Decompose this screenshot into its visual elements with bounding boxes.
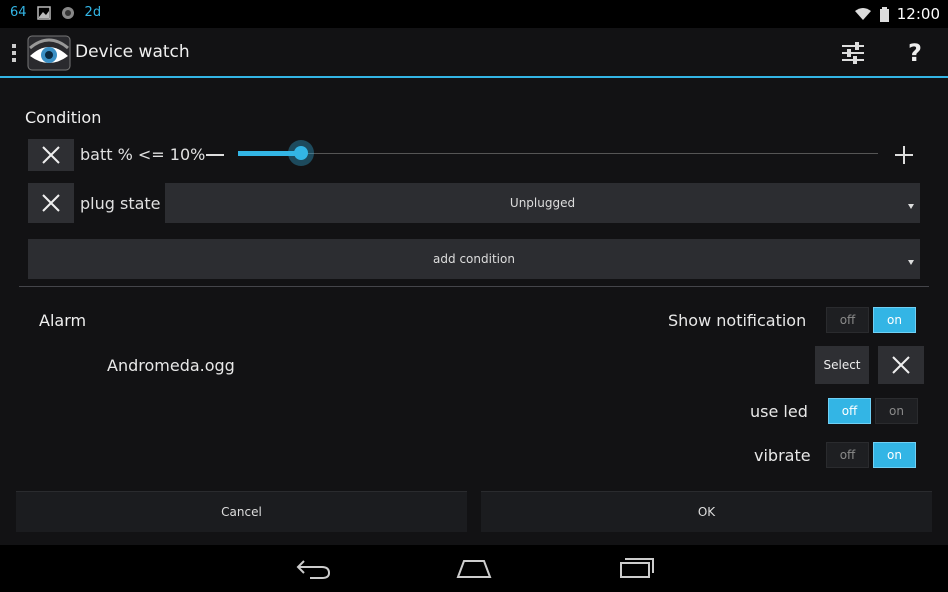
plug-state-label: plug state xyxy=(80,194,161,213)
battery-icon xyxy=(879,6,889,22)
use-led-off[interactable]: off xyxy=(828,398,871,424)
app-icon: 2d xyxy=(84,5,102,20)
close-icon xyxy=(42,194,60,212)
vibrate-off[interactable]: off xyxy=(826,442,869,468)
status-left-icons: 64 2d xyxy=(10,5,101,20)
alarm-heading: Alarm xyxy=(39,311,87,330)
add-condition-label: add condition xyxy=(433,252,515,266)
help-icon[interactable]: ? xyxy=(900,38,930,68)
status-bar: 64 2d 12:00 xyxy=(0,0,948,28)
close-icon xyxy=(892,356,910,374)
slider-track xyxy=(238,153,878,154)
battery-slider-minus-icon[interactable] xyxy=(205,146,225,164)
cancel-button[interactable]: Cancel xyxy=(16,491,467,532)
recents-icon[interactable] xyxy=(615,555,655,581)
section-divider xyxy=(19,286,929,287)
eye-logo-icon[interactable] xyxy=(26,34,72,72)
home-icon[interactable] xyxy=(454,555,494,581)
remove-battery-condition-button[interactable] xyxy=(28,139,74,171)
status-time: 12:00 xyxy=(896,5,940,23)
select-sound-button[interactable]: Select xyxy=(815,346,869,384)
dropdown-caret-icon xyxy=(908,260,914,265)
battery-slider[interactable] xyxy=(238,140,878,168)
plug-state-value: Unplugged xyxy=(509,196,576,210)
use-led-toggle[interactable]: off on xyxy=(828,398,918,424)
record-icon xyxy=(61,6,74,19)
vibrate-label: vibrate xyxy=(754,446,811,465)
condition-heading: Condition xyxy=(25,108,102,127)
image-icon xyxy=(36,5,51,20)
use-led-label: use led xyxy=(750,402,808,421)
app-title: Device watch xyxy=(75,42,190,62)
battery-condition-label: batt % <= 10% xyxy=(80,145,206,164)
show-notification-label: Show notification xyxy=(668,311,807,330)
alarm-sound-file: Andromeda.ogg xyxy=(107,356,235,375)
close-icon xyxy=(42,146,60,164)
remove-plug-condition-button[interactable] xyxy=(28,183,74,223)
show-notification-toggle[interactable]: off on xyxy=(826,307,916,333)
dropdown-caret-icon xyxy=(908,204,914,209)
vibrate-on[interactable]: on xyxy=(873,442,916,468)
navigation-bar xyxy=(0,545,948,592)
plug-state-spinner[interactable]: Unplugged xyxy=(165,183,920,223)
back-icon[interactable] xyxy=(294,555,334,581)
show-notification-off[interactable]: off xyxy=(826,307,869,333)
add-condition-spinner[interactable]: add condition xyxy=(28,239,920,279)
clear-sound-button[interactable] xyxy=(878,346,924,384)
overflow-menu-icon[interactable] xyxy=(11,44,17,62)
use-led-on[interactable]: on xyxy=(875,398,918,424)
wifi-icon xyxy=(854,8,871,20)
action-bar: Device watch ? xyxy=(0,28,948,78)
vibrate-toggle[interactable]: off on xyxy=(826,442,916,468)
sim-icon: 64 xyxy=(10,5,27,20)
ok-button[interactable]: OK xyxy=(481,491,932,532)
show-notification-on[interactable]: on xyxy=(873,307,916,333)
status-right: 12:00 xyxy=(854,5,940,23)
settings-sliders-icon[interactable] xyxy=(838,38,868,68)
slider-thumb[interactable] xyxy=(288,140,314,166)
battery-slider-plus-icon[interactable] xyxy=(894,145,914,165)
